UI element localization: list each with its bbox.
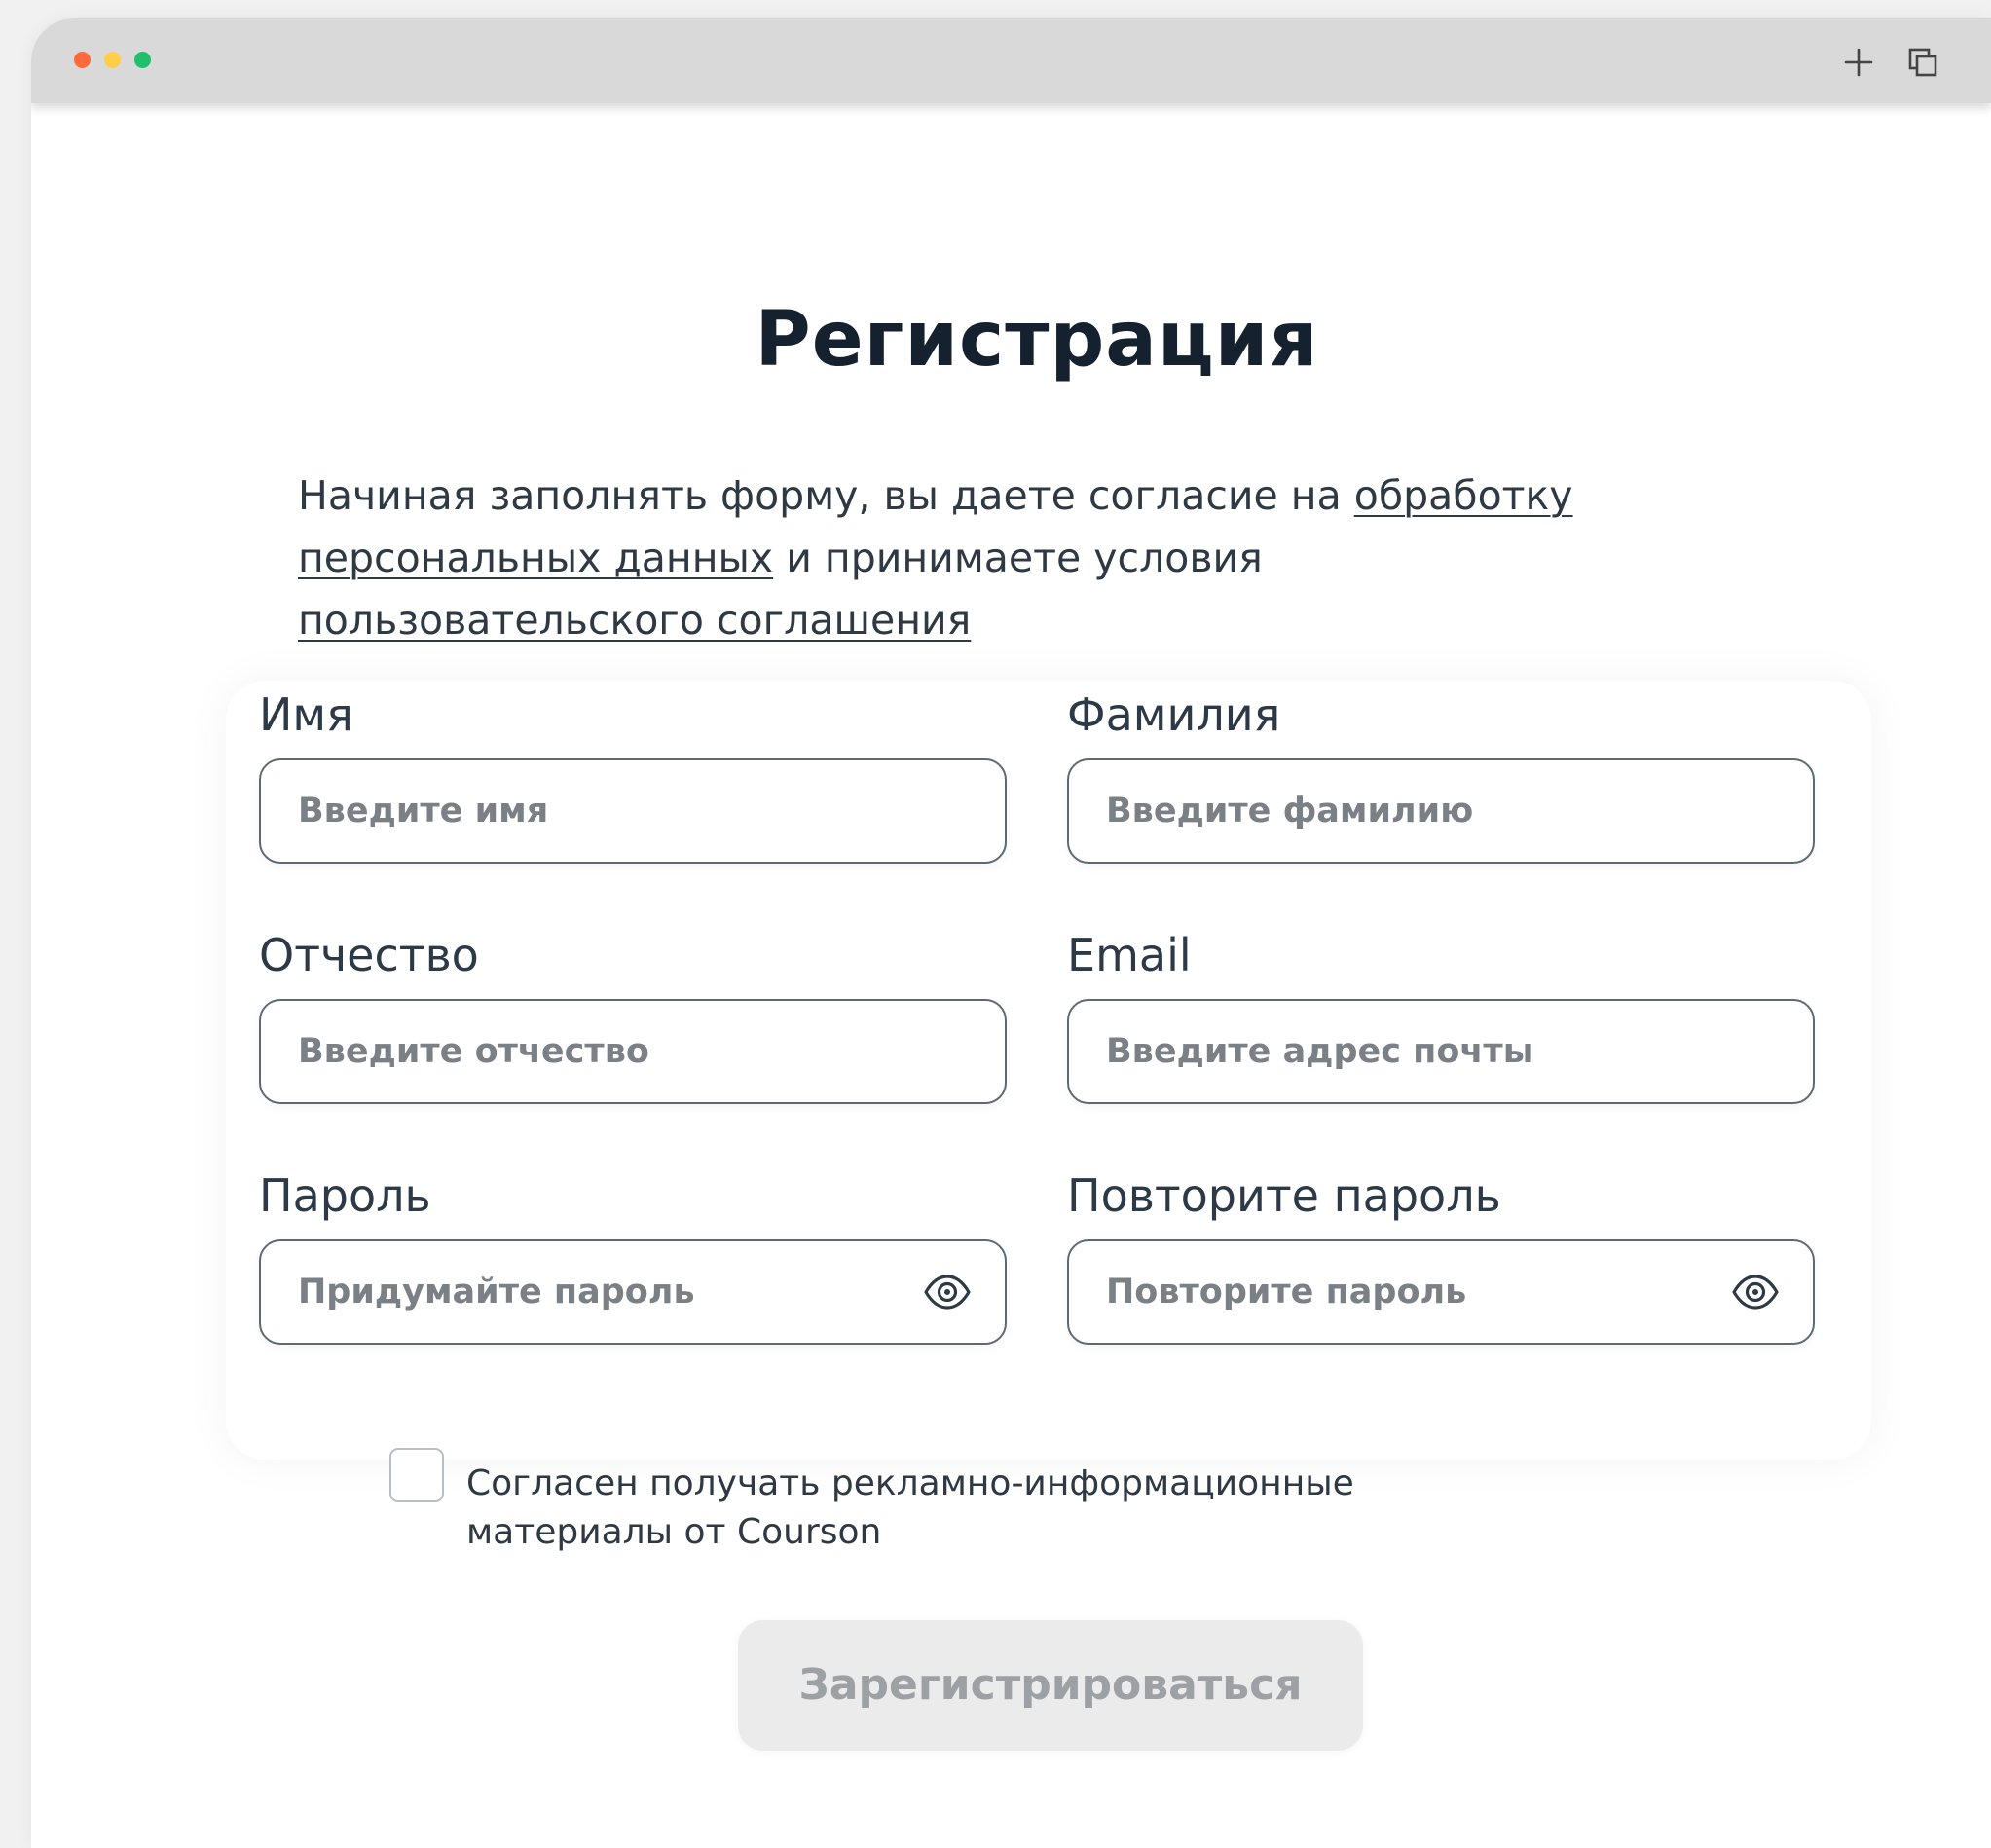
eye-icon[interactable] — [923, 1273, 972, 1312]
browser-window: Регистрация Начиная заполнять форму, вы … — [31, 18, 1991, 1848]
first-name-label: Имя — [259, 688, 353, 741]
password-input[interactable]: Придумайте пароль — [259, 1239, 1007, 1345]
page-title: Регистрация — [755, 296, 1319, 384]
marketing-consent-checkbox[interactable] — [389, 1448, 444, 1502]
last-name-placeholder: Введите фамилию — [1106, 792, 1474, 831]
copy-icon[interactable] — [1906, 46, 1939, 79]
consent-notice-text: и принимаете условия — [773, 535, 1263, 581]
password-repeat-label: Повторите пароль — [1067, 1169, 1501, 1222]
close-window-dot[interactable] — [74, 52, 91, 68]
maximize-window-dot[interactable] — [134, 52, 151, 68]
password-label: Пароль — [259, 1169, 431, 1222]
password-placeholder: Придумайте пароль — [298, 1273, 695, 1312]
email-input[interactable]: Введите адрес почты — [1067, 999, 1815, 1104]
consent-notice: Начиная заполнять форму, вы даете соглас… — [298, 464, 1719, 651]
middle-name-placeholder: Введите отчество — [298, 1032, 649, 1071]
register-button[interactable]: Зарегистрироваться — [738, 1620, 1363, 1751]
last-name-input[interactable]: Введите фамилию — [1067, 758, 1815, 864]
consent-notice-text: Начиная заполнять форму, вы даете соглас… — [298, 472, 1354, 519]
user-agreement-link[interactable]: пользовательского соглашения — [298, 597, 971, 644]
plus-icon[interactable] — [1842, 46, 1875, 79]
middle-name-input[interactable]: Введите отчество — [259, 999, 1007, 1104]
eye-icon[interactable] — [1731, 1273, 1780, 1312]
first-name-input[interactable]: Введите имя — [259, 758, 1007, 864]
last-name-label: Фамилия — [1067, 688, 1281, 741]
email-placeholder: Введите адрес почты — [1106, 1032, 1534, 1071]
email-label: Email — [1067, 929, 1192, 981]
password-repeat-input[interactable]: Повторите пароль — [1067, 1239, 1815, 1345]
first-name-placeholder: Введите имя — [298, 792, 549, 831]
minimize-window-dot[interactable] — [104, 52, 121, 68]
title-bar — [31, 18, 1991, 103]
password-repeat-placeholder: Повторите пароль — [1106, 1273, 1467, 1312]
marketing-consent-label: Согласен получать рекламно-информационны… — [466, 1463, 1354, 1552]
middle-name-label: Отчество — [259, 929, 479, 981]
